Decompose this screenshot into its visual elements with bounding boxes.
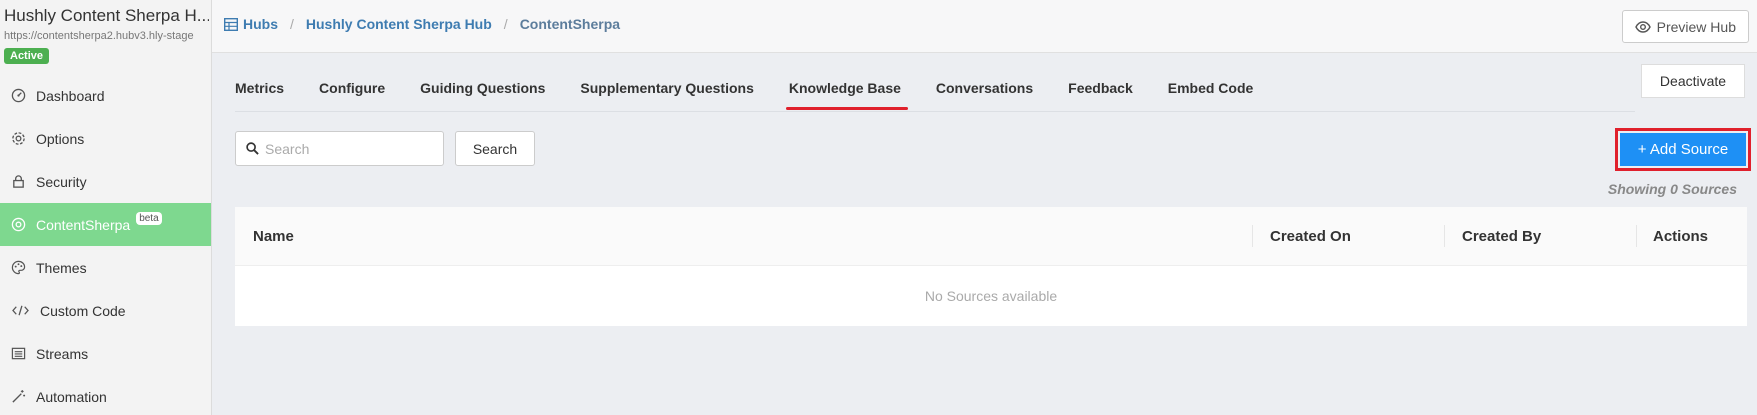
preview-hub-button[interactable]: Preview Hub (1621, 10, 1749, 43)
column-name[interactable]: Name (253, 207, 294, 266)
breadcrumb-hubs[interactable]: Hubs (243, 16, 278, 32)
sources-count: Showing 0 Sources (1607, 181, 1737, 197)
sidebar-item-security[interactable]: Security (0, 160, 211, 203)
tab-metrics[interactable]: Metrics (235, 80, 284, 110)
sidebar-item-label: Streams (36, 345, 89, 362)
tab-embed-code[interactable]: Embed Code (1168, 80, 1254, 110)
hub-url[interactable]: https://contentsherpa2.hubv3.hly-stage (4, 30, 211, 42)
column-actions: Actions (1653, 228, 1709, 245)
add-source-highlight: + Add Source (1615, 128, 1751, 171)
sidebar-item-streams[interactable]: Streams (0, 332, 211, 375)
beta-badge: beta (136, 212, 162, 225)
palette-icon (10, 260, 26, 276)
tab-configure[interactable]: Configure (319, 80, 385, 110)
sidebar: Hushly Content Sherpa H... https://conte… (0, 0, 212, 415)
eye-icon (1634, 20, 1651, 33)
sidebar-item-custom-code[interactable]: Custom Code (0, 289, 211, 332)
sidebar-item-label: ContentSherpa (36, 216, 131, 233)
deactivate-button[interactable]: Deactivate (1641, 64, 1745, 98)
code-icon (10, 303, 30, 319)
search-input[interactable] (265, 140, 435, 157)
preview-hub-label: Preview Hub (1656, 18, 1736, 35)
status-badge: Active (4, 48, 50, 64)
sidebar-item-options[interactable]: Options (0, 117, 211, 160)
sherpa-icon (10, 217, 26, 233)
column-created-by[interactable]: Created By (1462, 207, 1541, 266)
top-bar: Hubs / Hushly Content Sherpa Hub / Conte… (212, 0, 1757, 53)
column-divider (1636, 225, 1637, 247)
sidebar-item-contentsherpa[interactable]: ContentSherpa beta (0, 203, 211, 246)
table-body: No Sources available (235, 266, 1747, 326)
tab-knowledge-base[interactable]: Knowledge Base (785, 80, 908, 110)
breadcrumb: Hubs / Hushly Content Sherpa Hub / Conte… (224, 16, 620, 32)
sidebar-item-themes[interactable]: Themes (0, 246, 211, 289)
tabs-divider (235, 111, 1635, 112)
sidebar-item-label: Security (36, 173, 87, 190)
empty-state: No Sources available (924, 288, 1058, 304)
breadcrumb-separator: / (503, 16, 508, 32)
dashboard-icon (10, 88, 26, 104)
sidebar-item-label: Options (36, 130, 85, 147)
gear-icon (10, 131, 26, 147)
tab-bar: Metrics Configure Guiding Questions Supp… (235, 80, 1288, 110)
list-icon (10, 346, 26, 362)
search-field[interactable] (235, 131, 444, 166)
sidebar-item-label: Dashboard (36, 87, 105, 104)
tab-supplementary-questions[interactable]: Supplementary Questions (580, 80, 753, 110)
search-button[interactable]: Search (455, 131, 535, 166)
breadcrumb-hub[interactable]: Hushly Content Sherpa Hub (306, 16, 492, 32)
hub-title: Hushly Content Sherpa H... (4, 6, 209, 25)
tab-feedback[interactable]: Feedback (1068, 80, 1133, 110)
table-header: Name Created On Created By Actions (235, 207, 1747, 266)
sources-table: Name Created On Created By Actions No So… (235, 207, 1747, 326)
wand-icon (10, 389, 26, 405)
sidebar-item-label: Automation (36, 388, 107, 405)
sidebar-item-automation[interactable]: Automation (0, 375, 211, 415)
search-icon (246, 142, 259, 155)
tab-guiding-questions[interactable]: Guiding Questions (420, 80, 545, 110)
tab-conversations[interactable]: Conversations (936, 80, 1033, 110)
column-divider (1444, 225, 1445, 247)
table-icon (224, 17, 238, 31)
column-divider (1252, 225, 1253, 247)
sidebar-item-label: Themes (36, 259, 87, 276)
lock-icon (10, 174, 26, 190)
breadcrumb-current: ContentSherpa (519, 16, 621, 32)
add-source-button[interactable]: + Add Source (1620, 133, 1746, 166)
column-created-on[interactable]: Created On (1270, 207, 1351, 266)
sidebar-item-label: Custom Code (40, 302, 126, 319)
sidebar-nav: Dashboard Options Security ContentSherpa… (0, 74, 211, 415)
sidebar-item-dashboard[interactable]: Dashboard (0, 74, 211, 117)
breadcrumb-separator: / (290, 16, 294, 32)
